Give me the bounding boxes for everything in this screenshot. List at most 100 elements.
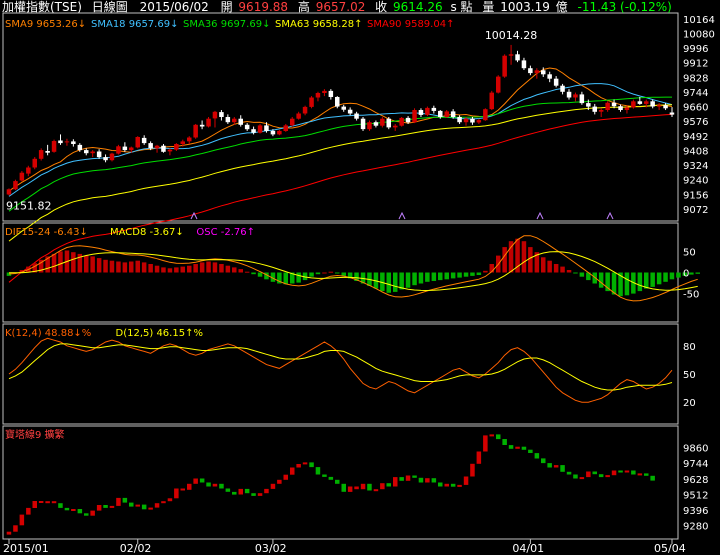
candle-body xyxy=(328,90,334,97)
price-legend-item: SMA9 9653.26↓ xyxy=(5,19,86,30)
macd-legend-item: MACD8 -3.67↓ xyxy=(110,227,184,238)
osc-bar xyxy=(476,272,482,275)
ladder-bar xyxy=(6,531,12,535)
osc-bar xyxy=(109,260,115,273)
osc-bar xyxy=(393,272,398,292)
candle-body xyxy=(515,54,520,61)
ladder-bar xyxy=(26,507,31,515)
header-high: 9657.02 xyxy=(316,0,366,14)
osc-bar xyxy=(251,272,256,275)
candle-body xyxy=(154,145,160,149)
candle-body xyxy=(412,110,417,123)
ladder-bar xyxy=(489,434,494,437)
ladder-bar xyxy=(476,451,482,464)
candle-body xyxy=(251,129,256,133)
candle-body xyxy=(335,97,340,107)
candle-body xyxy=(373,122,379,126)
osc-bar xyxy=(573,272,578,274)
osc-bar xyxy=(199,262,205,273)
header-volume-unit: 億 xyxy=(556,0,568,14)
ladder-bar xyxy=(296,464,301,468)
osc-bar xyxy=(174,267,179,273)
ladder-bar xyxy=(470,463,475,477)
ladder-tick-label: 9744 xyxy=(683,459,708,470)
candle-body xyxy=(611,102,617,107)
x-axis-label: 04/01 xyxy=(512,542,544,555)
osc-bar xyxy=(328,271,334,273)
header-close-suffix: s 點 xyxy=(450,0,472,14)
osc-bar xyxy=(444,272,449,280)
osc-bar xyxy=(58,251,63,273)
candle-body xyxy=(167,149,173,152)
ladder-bar xyxy=(483,435,488,452)
candle-body xyxy=(347,109,353,114)
osc-bar xyxy=(650,272,655,287)
candle-body xyxy=(180,141,185,144)
ladder-bar xyxy=(347,486,353,492)
ladder-tick-label: 9280 xyxy=(683,521,708,532)
osc-bar xyxy=(528,247,533,273)
ladder-bar xyxy=(457,484,462,487)
osc-bar xyxy=(483,270,488,273)
kd-legend-item: K(12,4) 48.88↓% xyxy=(5,328,91,339)
candle-body xyxy=(425,107,430,115)
ladder-bar xyxy=(122,497,128,503)
candle-body xyxy=(148,143,153,149)
candle-body xyxy=(393,125,398,128)
macd-layer xyxy=(6,235,700,302)
candle-body xyxy=(566,91,572,98)
ladder-tick-label: 9628 xyxy=(683,475,708,486)
candle-body xyxy=(129,147,134,151)
ladder-bar xyxy=(553,465,559,468)
osc-bar xyxy=(695,272,700,274)
osc-bar xyxy=(560,266,565,273)
x-axis-label: 2015/01 xyxy=(3,542,49,555)
header-line: 加權指數(TSE) 日線圖 2015/06/02 開 9619.88 高 965… xyxy=(2,0,672,14)
ladder-bar xyxy=(141,504,147,510)
price-tick-label: 10164 xyxy=(683,15,715,26)
ladder-bar xyxy=(77,509,83,514)
candle-body xyxy=(360,118,366,130)
ladder-bar xyxy=(618,470,623,473)
ladder-bar xyxy=(161,501,166,504)
ladder-bar xyxy=(315,467,321,475)
osc-bar xyxy=(463,272,469,277)
candle-body xyxy=(141,137,147,144)
k-line xyxy=(8,337,673,403)
event-marker xyxy=(536,211,544,220)
ladder-bar xyxy=(431,478,437,483)
price-tick-label: 9996 xyxy=(683,44,708,55)
ladder-bar xyxy=(515,446,520,449)
osc-bar xyxy=(335,272,340,274)
candle-body xyxy=(238,118,243,125)
ladder-bar xyxy=(58,503,63,508)
osc-bar xyxy=(470,272,475,276)
osc-bar xyxy=(212,262,218,273)
ladder-bar xyxy=(631,470,636,475)
candle-body xyxy=(598,110,604,112)
osc-bar xyxy=(84,255,89,273)
ladder-bar xyxy=(586,471,591,478)
candle-body xyxy=(283,125,288,131)
ladder-tick-label: 9860 xyxy=(683,444,708,455)
candle-body xyxy=(193,124,198,138)
header-close-label: 收 xyxy=(375,0,387,14)
candle-body xyxy=(322,90,327,93)
candle-body xyxy=(6,189,12,195)
macd-legend-item: DIF15-24 -6.43↓ xyxy=(5,227,88,238)
candle-body xyxy=(354,113,359,119)
price-legend-item: SMA90 9589.04↑ xyxy=(367,19,454,30)
header-open: 9619.88 xyxy=(238,0,288,14)
ladder-bar xyxy=(322,474,327,477)
osc-bar xyxy=(418,272,424,284)
ladder-bar xyxy=(463,476,469,485)
osc-bar xyxy=(296,272,301,283)
ladder-bar xyxy=(393,477,398,487)
candle-body xyxy=(560,85,565,92)
osc-bar xyxy=(637,272,643,292)
candle-body xyxy=(624,107,630,110)
ladder-bar xyxy=(534,453,540,459)
ladder-tick-label: 9396 xyxy=(683,506,708,517)
candle-body xyxy=(302,106,308,114)
ladder-bar xyxy=(425,478,430,483)
